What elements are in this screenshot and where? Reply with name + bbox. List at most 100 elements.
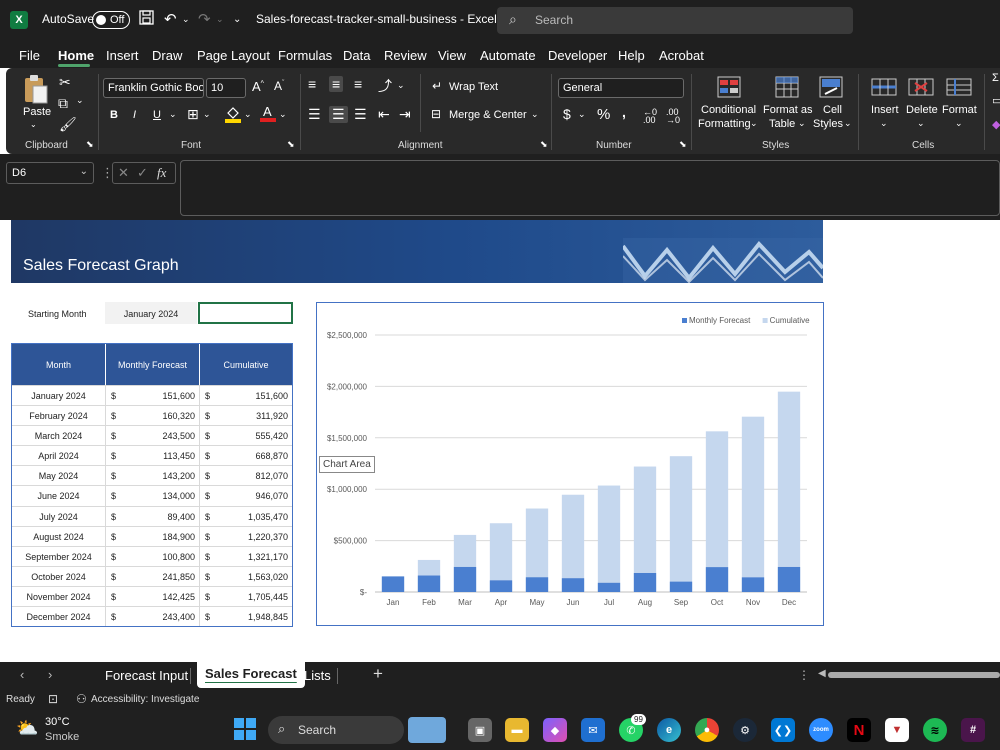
enter-icon[interactable]: ✓ xyxy=(137,165,148,181)
increase-indent-icon[interactable]: ⇥ xyxy=(399,106,411,123)
wrap-text-icon[interactable]: ↵ xyxy=(432,79,442,93)
table-row[interactable]: April 2024 $113,450 $668,870 xyxy=(12,445,292,466)
search-box[interactable]: ⌕ Search xyxy=(497,7,853,34)
merge-center-button[interactable]: Merge & Center xyxy=(449,109,527,121)
table-row[interactable]: September 2024 $100,800 $1,321,170 xyxy=(12,545,292,566)
fill-icon[interactable]: ▭ xyxy=(992,94,1000,107)
table-row[interactable]: June 2024 $134,000 $946,070 xyxy=(12,485,292,506)
forecast-cell[interactable]: $89,400 xyxy=(106,506,200,526)
menu-review[interactable]: Review xyxy=(384,48,427,63)
horizontal-scrollbar[interactable] xyxy=(828,672,1000,678)
menu-automate[interactable]: Automate xyxy=(480,48,536,63)
forecast-cell[interactable]: $243,400 xyxy=(106,607,200,627)
menu-draw[interactable]: Draw xyxy=(152,48,182,63)
fill-color-dropdown-icon[interactable]: ⌄ xyxy=(244,109,252,120)
orientation-icon[interactable]: ⤴ xyxy=(378,76,392,96)
underline-dropdown-icon[interactable]: ⌄ xyxy=(169,109,177,120)
forecast-cell[interactable]: $113,450 xyxy=(106,446,200,466)
copilot-icon[interactable]: ◆ xyxy=(543,718,567,742)
cumulative-cell[interactable]: $1,563,020 xyxy=(200,567,292,586)
steam-icon[interactable]: ⚙ xyxy=(733,718,757,742)
align-bottom-icon[interactable]: ≡ xyxy=(354,76,362,92)
fill-color-icon[interactable] xyxy=(225,105,241,126)
number-format-select[interactable]: General xyxy=(558,78,684,98)
forecast-cell[interactable]: $143,200 xyxy=(106,466,200,486)
name-box-dropdown-icon[interactable]: ⌄ xyxy=(80,166,88,177)
accessibility-icon[interactable]: ⚇ xyxy=(76,692,87,706)
orientation-dropdown-icon[interactable]: ⌄ xyxy=(397,80,405,91)
menu-formulas[interactable]: Formulas xyxy=(278,48,332,63)
cut-icon[interactable]: ✂ xyxy=(59,74,71,91)
currency-icon[interactable]: $ xyxy=(563,106,571,122)
popcorn-icon[interactable]: ▼ xyxy=(885,718,909,742)
decrease-decimal-icon[interactable]: .00 →0 xyxy=(666,108,680,125)
macro-record-icon[interactable]: ⊡ xyxy=(48,692,58,706)
redo-dropdown-icon[interactable]: ⌄ xyxy=(216,14,224,25)
table-row[interactable]: February 2024 $160,320 $311,920 xyxy=(12,405,292,426)
align-middle-icon[interactable]: ≡ xyxy=(329,76,344,92)
add-sheet-icon[interactable]: + xyxy=(373,664,383,684)
borders-dropdown-icon[interactable]: ⌄ xyxy=(203,109,211,120)
scroll-tabs-right-icon[interactable]: › xyxy=(48,667,52,682)
clear-icon[interactable]: ◆ xyxy=(992,118,1000,131)
merge-center-icon[interactable]: ⊟ xyxy=(431,107,441,121)
font-launcher-icon[interactable]: ⬊ xyxy=(287,139,295,150)
month-cell[interactable]: September 2024 xyxy=(12,546,106,566)
month-cell[interactable]: October 2024 xyxy=(12,566,106,586)
month-cell[interactable]: May 2024 xyxy=(12,466,106,486)
customize-toolbar-icon[interactable]: ⌄ xyxy=(233,14,241,25)
merge-dropdown-icon[interactable]: ⌄ xyxy=(531,109,539,120)
accessibility-status[interactable]: Accessibility: Investigate xyxy=(91,694,199,705)
increase-decimal-icon[interactable]: ←0.00 xyxy=(643,108,657,125)
chart-area[interactable]: $- $500,000 $1,000,000 $1,500,000 $2,000,000… xyxy=(316,302,824,626)
task-view-icon[interactable]: ▣ xyxy=(468,718,492,742)
menu-file[interactable]: File xyxy=(19,48,40,63)
tab-options-icon[interactable]: ⋮ xyxy=(798,668,810,682)
table-row[interactable]: August 2024 $184,900 $1,220,370 xyxy=(12,525,292,546)
table-row[interactable]: March 2024 $243,500 $555,420 xyxy=(12,425,292,446)
table-row[interactable]: December 2024 $243,400 $1,948,845 xyxy=(12,606,292,627)
starting-month-cell[interactable]: January 2024 xyxy=(105,302,197,324)
spotify-icon[interactable]: ≋ xyxy=(923,718,947,742)
month-cell[interactable]: August 2024 xyxy=(12,526,106,546)
menu-acrobat[interactable]: Acrobat xyxy=(659,48,704,63)
align-center-icon[interactable]: ☰ xyxy=(329,106,348,123)
undo-dropdown-icon[interactable]: ⌄ xyxy=(182,14,190,25)
cumulative-cell[interactable]: $1,705,445 xyxy=(200,587,292,606)
save-icon[interactable] xyxy=(139,10,154,29)
alignment-launcher-icon[interactable]: ⬊ xyxy=(540,139,548,150)
worksheet[interactable]: Sales Forecast Graph Starting Month Janu… xyxy=(0,220,1000,662)
cumulative-cell[interactable]: $1,220,370 xyxy=(200,527,292,546)
cumulative-cell[interactable]: $311,920 xyxy=(200,406,292,425)
format-painter-icon[interactable]: 🖌 xyxy=(59,116,77,133)
underline-button[interactable]: U xyxy=(153,109,161,121)
table-row[interactable]: November 2024 $142,425 $1,705,445 xyxy=(12,585,292,607)
borders-icon[interactable]: ⊞ xyxy=(187,106,199,123)
number-launcher-icon[interactable]: ⬊ xyxy=(679,139,687,150)
wrap-text-button[interactable]: Wrap Text xyxy=(449,81,498,93)
month-cell[interactable]: November 2024 xyxy=(12,586,106,607)
forecast-cell[interactable]: $151,600 xyxy=(106,386,200,406)
insert-function-icon[interactable]: fx xyxy=(157,165,166,181)
comma-style-icon[interactable]: , xyxy=(622,104,626,120)
forecast-cell[interactable]: $243,500 xyxy=(106,426,200,446)
month-cell[interactable]: February 2024 xyxy=(12,406,106,426)
redo-icon[interactable]: ↷ xyxy=(198,10,211,28)
mail-icon[interactable]: ✉ xyxy=(581,718,605,742)
align-top-icon[interactable]: ≡ xyxy=(308,76,316,92)
month-cell[interactable]: July 2024 xyxy=(12,506,106,526)
file-explorer-icon[interactable]: ▬ xyxy=(505,718,529,742)
cumulative-cell[interactable]: $555,420 xyxy=(200,426,292,445)
clipboard-launcher-icon[interactable]: ⬊ xyxy=(86,139,94,150)
month-cell[interactable]: April 2024 xyxy=(12,446,106,466)
menu-view[interactable]: View xyxy=(438,48,466,63)
menu-data[interactable]: Data xyxy=(343,48,370,63)
forecast-cell[interactable]: $241,850 xyxy=(106,566,200,586)
zoom-icon[interactable]: zoom xyxy=(809,718,833,742)
decrease-indent-icon[interactable]: ⇤ xyxy=(378,106,390,123)
weather-icon[interactable]: ⛅ xyxy=(16,718,38,739)
chrome-icon[interactable]: ● xyxy=(695,718,719,742)
slack-icon[interactable]: # xyxy=(961,718,985,742)
name-box[interactable]: D6 ⌄ xyxy=(6,162,94,184)
scroll-tabs-left-icon[interactable]: ‹ xyxy=(20,667,24,682)
